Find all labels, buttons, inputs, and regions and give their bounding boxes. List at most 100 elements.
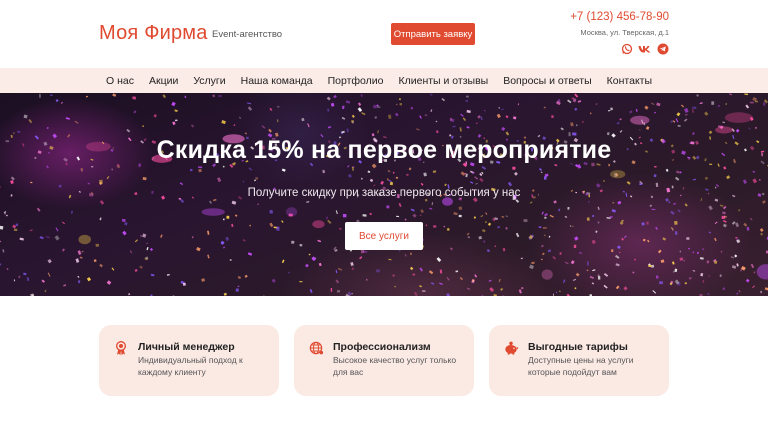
confetti-piece [573, 244, 577, 248]
confetti-piece [538, 226, 542, 228]
nav-item-team[interactable]: Наша команда [233, 75, 320, 87]
nav-item-about[interactable]: О нас [99, 75, 141, 87]
telegram-icon[interactable] [656, 42, 669, 55]
send-request-button[interactable]: Отправить заявку [391, 23, 475, 45]
confetti-piece [226, 215, 230, 219]
confetti-piece [692, 106, 697, 109]
confetti-piece [586, 269, 589, 272]
globe-network-icon [309, 341, 324, 355]
confetti-piece [646, 221, 649, 225]
confetti-piece [515, 199, 520, 203]
confetti-piece [10, 176, 15, 181]
confetti-piece [619, 118, 622, 121]
confetti-piece [335, 269, 338, 274]
confetti-piece [225, 236, 229, 241]
confetti-blur [312, 220, 325, 229]
all-services-button[interactable]: Все услуги [345, 222, 423, 250]
confetti-piece [692, 132, 695, 135]
confetti-piece [459, 276, 464, 281]
confetti-piece [656, 102, 661, 107]
confetti-piece [369, 212, 373, 216]
confetti-piece [688, 247, 690, 250]
confetti-piece [71, 210, 73, 214]
confetti-piece [488, 279, 492, 282]
confetti-piece [558, 290, 561, 293]
confetti-piece [78, 280, 81, 284]
confetti-piece [595, 102, 598, 106]
confetti-piece [431, 202, 434, 206]
confetti-piece [730, 256, 735, 259]
confetti-piece [191, 236, 194, 239]
confetti-piece [675, 118, 679, 123]
confetti-blur [610, 170, 626, 179]
nav-item-faq[interactable]: Вопросы и ответы [496, 75, 599, 87]
confetti-piece [517, 103, 520, 106]
confetti-piece [708, 130, 713, 135]
confetti-piece [589, 275, 595, 280]
confetti-piece [581, 120, 585, 124]
confetti-piece [221, 119, 226, 125]
confetti-piece [436, 257, 442, 262]
confetti-piece [175, 119, 178, 122]
confetti-piece [351, 267, 354, 270]
nav-item-clients[interactable]: Клиенты и отзывы [391, 75, 496, 87]
confetti-piece [142, 233, 147, 238]
confetti-piece [360, 93, 363, 98]
confetti-piece [242, 239, 246, 242]
confetti-piece [271, 278, 276, 283]
confetti-piece [311, 256, 317, 262]
confetti-piece [699, 257, 704, 260]
site-header: Моя Фирма Event-агентство Отправить заяв… [0, 0, 768, 68]
confetti-piece [432, 170, 437, 173]
nav-item-promotions[interactable]: Акции [141, 75, 185, 87]
confetti-piece [746, 226, 750, 231]
confetti-piece [612, 202, 615, 204]
confetti-piece [564, 261, 569, 265]
confetti-piece [301, 117, 305, 122]
confetti-piece [459, 127, 462, 132]
confetti-piece [481, 229, 486, 233]
confetti-piece [458, 214, 462, 218]
confetti-piece [220, 240, 225, 245]
confetti-piece [336, 290, 341, 293]
confetti-piece [722, 219, 727, 223]
confetti-piece [222, 165, 225, 168]
confetti-piece [425, 224, 428, 226]
confetti-piece [708, 231, 712, 234]
confetti-piece [549, 214, 554, 218]
whatsapp-icon[interactable] [620, 42, 633, 55]
confetti-piece [142, 177, 147, 181]
confetti-piece [326, 108, 330, 112]
piggy-bank-icon [505, 341, 519, 355]
confetti-piece [610, 107, 613, 111]
confetti-piece [430, 93, 433, 96]
logo[interactable]: Моя Фирма [99, 22, 208, 45]
confetti-piece [441, 97, 446, 102]
confetti-piece [160, 234, 163, 238]
confetti-blur [541, 269, 553, 280]
confetti-piece [540, 171, 543, 174]
confetti-piece [597, 276, 601, 280]
nav-item-services[interactable]: Услуги [186, 75, 233, 87]
confetti-piece [475, 122, 478, 125]
confetti-piece [737, 208, 741, 212]
nav-item-portfolio[interactable]: Портфолио [320, 75, 391, 87]
confetti-blur [715, 126, 733, 134]
confetti-piece [736, 263, 739, 267]
confetti-piece [699, 102, 703, 105]
confetti-piece [366, 278, 368, 281]
confetti-piece [453, 212, 458, 216]
confetti-piece [247, 102, 252, 105]
confetti-piece [30, 293, 35, 296]
confetti-piece [623, 235, 627, 239]
phone-link[interactable]: +7 (123) 456-78-90 [570, 11, 669, 23]
nav-item-contacts[interactable]: Контакты [599, 75, 659, 87]
feature-title: Личный менеджер [138, 341, 235, 353]
confetti-piece [318, 262, 322, 267]
confetti-piece [611, 208, 617, 213]
confetti-piece [373, 104, 377, 109]
confetti-piece [639, 129, 641, 131]
confetti-piece [460, 171, 466, 176]
confetti-piece [19, 237, 24, 241]
vk-icon[interactable] [638, 42, 651, 55]
